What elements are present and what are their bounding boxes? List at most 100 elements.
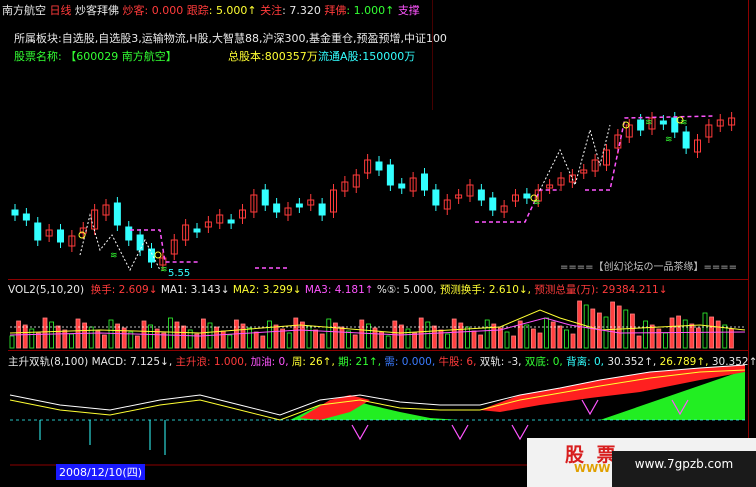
volume-bar	[544, 317, 549, 349]
candle-body	[489, 197, 497, 211]
volume-bar	[511, 335, 517, 349]
candle-body	[432, 189, 440, 206]
watermark-sub: WWW	[574, 462, 611, 475]
volume-bar	[49, 321, 54, 349]
macd-header: 主升双轨(8,100) MACD: 7.125↓, 主升浪: 1.000, 加油…	[8, 354, 756, 369]
watermark-site: www.7gpzb.com	[612, 451, 756, 487]
volume-bar	[445, 333, 451, 349]
candle-body	[659, 120, 667, 125]
candle-body	[398, 183, 406, 189]
ma3-label: MA3:	[304, 284, 332, 296]
volume-bar	[42, 317, 48, 349]
volume-bar	[359, 319, 365, 349]
buy-marker-icon: ≋	[665, 135, 673, 145]
xu-value: 0.000,	[401, 356, 436, 368]
candle-body	[637, 119, 645, 131]
volume-bar	[385, 335, 391, 349]
volume-bar	[214, 326, 220, 349]
niugu-value: 6,	[466, 356, 477, 368]
volume-bar	[339, 326, 345, 349]
shuanggui-value: -3,	[507, 356, 522, 368]
candle-body	[148, 248, 155, 263]
volume-bar	[326, 318, 332, 349]
volume-bar	[630, 313, 635, 349]
signal-marker-icon	[154, 251, 162, 259]
pct-label: %⑤:	[376, 284, 400, 296]
candle-body	[261, 189, 269, 206]
volume-bar	[227, 334, 233, 349]
vol-header: VOL2(5,10,20) 换手: 2.609↓ MA1: 3.143↓ MA2…	[8, 284, 668, 296]
candle-body	[113, 202, 121, 226]
extra-value-2: 26.789↑,	[659, 356, 709, 368]
volume-bar	[55, 325, 61, 349]
volume-bar	[200, 318, 206, 349]
volume-bar	[247, 327, 253, 349]
volume-bar	[636, 335, 642, 349]
volume-bar	[273, 324, 279, 349]
date-cursor-tag: 2008/12/10(四)	[56, 464, 145, 480]
ma1-value: 3.143↓	[190, 284, 230, 296]
candle-body	[57, 229, 64, 243]
volume-bar	[313, 329, 319, 349]
jiayou-label: 加油:	[250, 356, 276, 368]
niugu-label: 牛股:	[438, 356, 464, 368]
volume-bar	[280, 328, 286, 349]
volume-bar	[181, 325, 187, 349]
volume-bar	[398, 324, 404, 349]
volume-bar	[696, 327, 701, 349]
volume-bar	[497, 327, 503, 349]
volume-bar	[69, 333, 74, 349]
candle-body	[375, 161, 383, 171]
volume-bar	[425, 321, 431, 349]
pct-value: 5.000,	[403, 284, 437, 296]
volume-bar	[115, 323, 120, 349]
candle-body	[295, 203, 303, 208]
buy-marker-icon: ≋	[160, 265, 168, 275]
shuanggui-label: 双轨:	[479, 356, 505, 368]
volume-bar	[9, 335, 15, 349]
volume-bar	[663, 332, 668, 349]
volume-bar	[610, 301, 615, 349]
volume-bar	[108, 319, 114, 349]
volume-bar	[286, 332, 292, 349]
volume-bar	[603, 316, 609, 349]
candle-body	[273, 203, 281, 213]
candle-body	[11, 209, 19, 216]
zhou-value: 26↑,	[309, 356, 335, 368]
volume-bar	[597, 312, 602, 349]
volume-bar	[484, 319, 490, 349]
v-marker-icon	[581, 399, 599, 416]
vol-name[interactable]: VOL2(5,10,20)	[8, 284, 84, 296]
macd-name[interactable]: 主升双轨(8,100)	[8, 356, 88, 368]
chart-canvas[interactable]: ≋≋≋≋≋≋	[0, 0, 756, 487]
volume-bar	[464, 326, 470, 349]
volume-bar	[504, 331, 510, 349]
yc-huanshou-value: 2.610↓,	[488, 284, 532, 296]
extra-value-3: 30.352↑	[711, 356, 756, 368]
volume-bar	[36, 332, 41, 349]
huanshou-label: 换手	[90, 284, 112, 296]
candle-body	[523, 193, 531, 199]
volume-bar	[102, 334, 107, 349]
volume-bar	[266, 320, 272, 349]
volume-bar	[167, 317, 173, 349]
shuangdi-value: 0,	[552, 356, 563, 368]
volume-bar	[253, 331, 259, 349]
candle-body	[386, 164, 394, 186]
beili-label: 背离:	[566, 356, 591, 368]
volume-bar	[643, 320, 648, 349]
v-marker-icon	[351, 424, 369, 441]
jiayou-value: 0,	[278, 356, 289, 368]
candle-body	[227, 219, 235, 224]
volume-bar	[471, 330, 477, 349]
volume-bar	[524, 324, 530, 349]
volume-bar	[260, 335, 266, 349]
volume-bar	[715, 320, 721, 349]
v-marker-icon	[451, 424, 469, 441]
ma3-value: 4.181↑	[334, 284, 374, 296]
candle-body	[22, 213, 30, 221]
volume-bar	[352, 334, 358, 349]
volume-bar	[531, 328, 536, 349]
volume-bar	[564, 329, 569, 349]
volume-bar	[537, 332, 543, 349]
